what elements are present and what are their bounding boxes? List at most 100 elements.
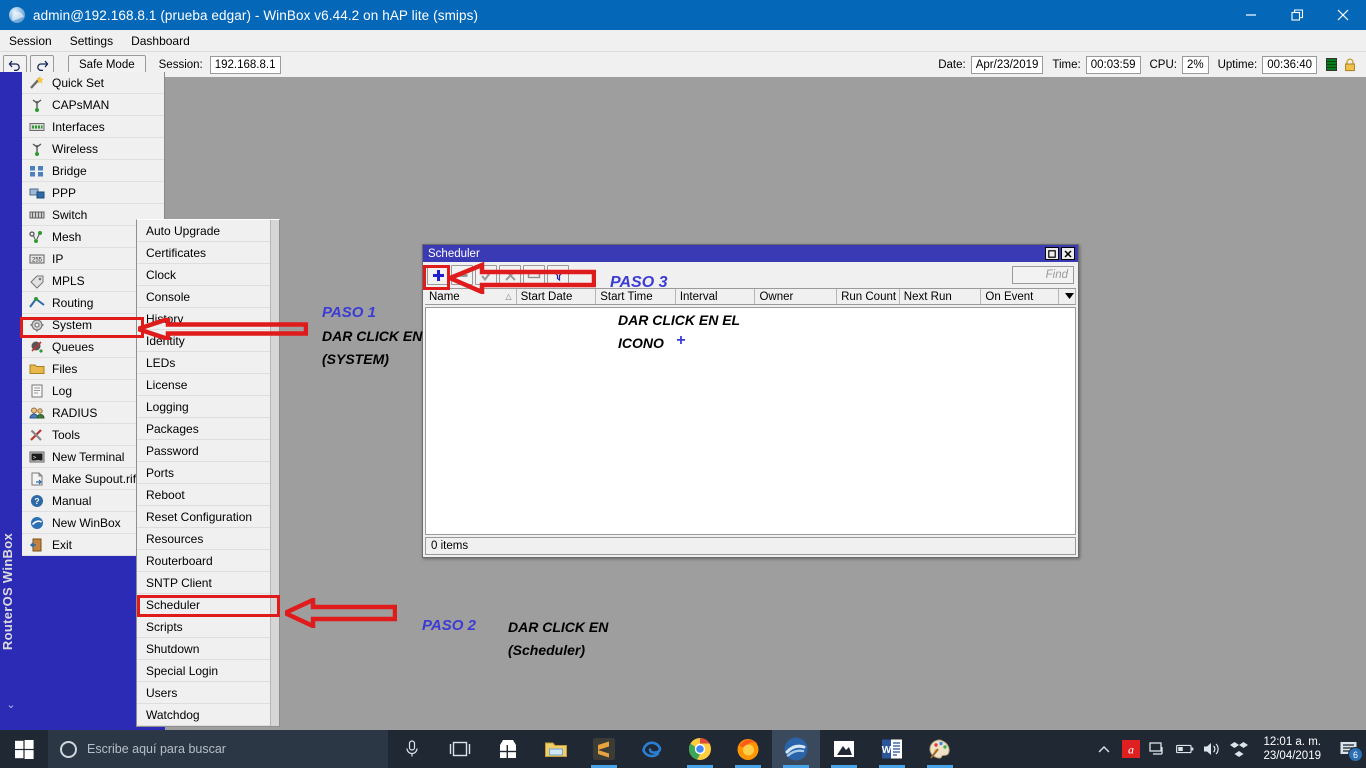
menu-item-session[interactable]: Session xyxy=(0,32,61,50)
submenu-item-console[interactable]: Console xyxy=(137,286,270,308)
sidebar-item-wireless[interactable]: Wireless xyxy=(22,138,164,160)
search-input[interactable]: Escribe aquí para buscar xyxy=(48,730,388,768)
edge-icon[interactable] xyxy=(628,730,676,768)
submenu-item-certificates[interactable]: Certificates xyxy=(137,242,270,264)
users-icon xyxy=(28,405,46,421)
annotation-paso2-line1: DAR CLICK EN xyxy=(508,619,609,635)
minimize-button[interactable] xyxy=(1228,0,1274,30)
scheduler-close-button[interactable] xyxy=(1061,247,1075,260)
microsoft-store-icon[interactable] xyxy=(484,730,532,768)
photos-icon[interactable] xyxy=(820,730,868,768)
network-icon[interactable] xyxy=(1149,740,1167,758)
submenu-item-password[interactable]: Password xyxy=(137,440,270,462)
submenu-item-users[interactable]: Users xyxy=(137,682,270,704)
submenu-item-leds[interactable]: LEDs xyxy=(137,352,270,374)
submenu-item-logging[interactable]: Logging xyxy=(137,396,270,418)
annotation-paso1-step: PASO 1 xyxy=(322,304,376,321)
help-icon: ? xyxy=(28,493,46,509)
winbox-logo-icon xyxy=(9,7,25,23)
word-icon[interactable]: W xyxy=(868,730,916,768)
submenu-item-history[interactable]: History xyxy=(137,308,270,330)
sublime-text-icon[interactable] xyxy=(580,730,628,768)
task-view-icon[interactable] xyxy=(436,730,484,768)
comment-button[interactable] xyxy=(523,265,545,285)
mesh-icon xyxy=(28,229,46,245)
winbox-icon xyxy=(28,515,46,531)
submenu-item-resources[interactable]: Resources xyxy=(137,528,270,550)
scheduler-list-body[interactable] xyxy=(425,307,1076,535)
column-chooser-button[interactable] xyxy=(1059,289,1076,304)
find-input[interactable]: Find xyxy=(1012,266,1074,284)
submenu-scrollbar[interactable] xyxy=(270,220,279,726)
winbox-icon[interactable] xyxy=(772,730,820,768)
menu-item-settings[interactable]: Settings xyxy=(61,32,122,50)
taskbar-icons: W xyxy=(388,730,964,768)
column-header-on-event[interactable]: On Event xyxy=(981,289,1060,304)
sidebar-item-capsman[interactable]: CAPsMAN xyxy=(22,94,164,116)
scheduler-toolbar: Find xyxy=(423,262,1078,288)
uptime-value: 00:36:40 xyxy=(1262,55,1317,74)
start-button[interactable] xyxy=(0,730,48,768)
column-header-run-count[interactable]: Run Count xyxy=(837,289,900,304)
scheduler-title-bar: Scheduler xyxy=(423,245,1078,262)
sidebar-item-ppp[interactable]: PPP xyxy=(22,182,164,204)
column-header-next-run[interactable]: Next Run xyxy=(900,289,982,304)
remove-button[interactable] xyxy=(451,265,473,285)
submenu-item-scripts[interactable]: Scripts xyxy=(137,616,270,638)
column-header-name[interactable]: Name △ xyxy=(425,289,517,304)
sidebar-item-interfaces[interactable]: Interfaces xyxy=(22,116,164,138)
sidebar-item-label: CAPsMAN xyxy=(52,97,110,112)
sidebar-scroll-down[interactable]: ⌄ xyxy=(0,698,22,712)
taskbar-clock[interactable]: 12:01 a. m. 23/04/2019 xyxy=(1257,735,1327,763)
scheduler-restore-button[interactable] xyxy=(1045,247,1059,260)
submenu-item-shutdown[interactable]: Shutdown xyxy=(137,638,270,660)
avira-icon[interactable]: a xyxy=(1122,740,1141,758)
scheduler-window-controls xyxy=(1045,247,1078,260)
dropbox-icon[interactable] xyxy=(1230,740,1249,758)
file-explorer-icon[interactable] xyxy=(532,730,580,768)
submenu-item-reset-configuration[interactable]: Reset Configuration xyxy=(137,506,270,528)
disable-button[interactable] xyxy=(499,265,521,285)
submenu-item-sntp-client[interactable]: SNTP Client xyxy=(137,572,270,594)
submenu-item-identity[interactable]: Identity xyxy=(137,330,270,352)
submenu-item-auto-upgrade[interactable]: Auto Upgrade xyxy=(137,220,270,242)
submenu-item-watchdog[interactable]: Watchdog xyxy=(137,704,270,726)
submenu-item-reboot[interactable]: Reboot xyxy=(137,484,270,506)
enable-button[interactable] xyxy=(475,265,497,285)
filter-button[interactable] xyxy=(547,265,569,285)
notification-center-button[interactable]: 6 xyxy=(1336,737,1363,762)
submenu-item-packages[interactable]: Packages xyxy=(137,418,270,440)
submenu-item-special-login[interactable]: Special Login xyxy=(137,660,270,682)
sidebar-item-label: Log xyxy=(52,383,73,398)
firefox-icon[interactable] xyxy=(724,730,772,768)
submenu-item-routerboard[interactable]: Routerboard xyxy=(137,550,270,572)
sidebar-brand-label: RouterOS WinBox xyxy=(0,532,15,650)
sidebar-item-label: IP xyxy=(52,251,64,266)
chrome-icon[interactable] xyxy=(676,730,724,768)
sidebar-item-label: Switch xyxy=(52,207,88,222)
sidebar-item-quick-set[interactable]: Quick Set xyxy=(22,72,164,94)
restore-button[interactable] xyxy=(1274,0,1320,30)
menu-item-dashboard[interactable]: Dashboard xyxy=(122,32,199,50)
column-header-owner[interactable]: Owner xyxy=(755,289,838,304)
sidebar-item-bridge[interactable]: Bridge xyxy=(22,160,164,182)
sidebar-item-label: New WinBox xyxy=(52,515,121,530)
submenu-item-scheduler[interactable]: Scheduler xyxy=(137,594,270,616)
add-button[interactable] xyxy=(427,265,449,285)
submenu-item-ports[interactable]: Ports xyxy=(137,462,270,484)
battery-icon[interactable] xyxy=(1176,740,1194,758)
queues-icon xyxy=(28,339,46,355)
status-bar-right: Date: Apr/23/2019 Time: 00:03:59 CPU: 2%… xyxy=(929,55,1363,74)
column-header-start-date[interactable]: Start Date xyxy=(517,289,597,304)
submenu-item-clock[interactable]: Clock xyxy=(137,264,270,286)
volume-icon[interactable] xyxy=(1203,740,1221,758)
submenu-item-license[interactable]: License xyxy=(137,374,270,396)
column-header-interval[interactable]: Interval xyxy=(676,289,756,304)
antenna-icon xyxy=(28,97,46,113)
close-button[interactable] xyxy=(1320,0,1366,30)
show-hidden-icons-icon[interactable] xyxy=(1095,740,1113,758)
paint-icon[interactable] xyxy=(916,730,964,768)
microphone-icon[interactable] xyxy=(388,730,436,768)
system-tray: a 12:01 a. m. 23/04/2019 6 xyxy=(1095,730,1366,768)
folder-icon xyxy=(28,361,46,377)
